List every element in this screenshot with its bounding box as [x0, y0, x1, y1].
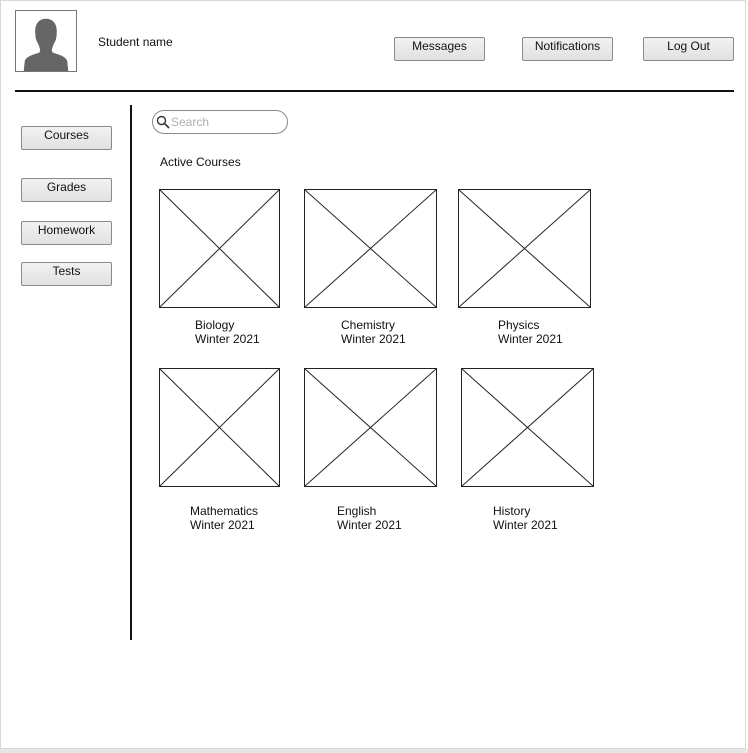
course-name: Chemistry	[341, 318, 396, 332]
course-name: History	[493, 504, 531, 518]
course-label-history[interactable]: History Winter 2021	[493, 504, 558, 532]
course-label-chemistry[interactable]: Chemistry Winter 2021	[341, 318, 406, 346]
sidebar-divider	[130, 105, 132, 640]
image-placeholder-icon	[305, 190, 436, 307]
course-card-image-chemistry[interactable]	[304, 189, 437, 308]
image-placeholder-icon	[305, 369, 436, 486]
header-divider	[15, 90, 734, 92]
sidebar-item-tests[interactable]: Tests	[21, 262, 112, 286]
course-label-physics[interactable]: Physics Winter 2021	[498, 318, 563, 346]
course-term: Winter 2021	[341, 332, 406, 346]
course-term: Winter 2021	[190, 518, 255, 532]
course-card-image-physics[interactable]	[458, 189, 591, 308]
sidebar-item-homework[interactable]: Homework	[21, 221, 112, 245]
image-placeholder-icon	[160, 369, 279, 486]
course-term: Winter 2021	[337, 518, 402, 532]
notifications-button[interactable]: Notifications	[522, 37, 613, 61]
course-term: Winter 2021	[498, 332, 563, 346]
course-card-image-english[interactable]	[304, 368, 437, 487]
sidebar-item-grades[interactable]: Grades	[21, 178, 112, 202]
course-name: Mathematics	[190, 504, 259, 518]
course-name: Physics	[498, 318, 540, 332]
image-placeholder-icon	[160, 190, 279, 307]
image-placeholder-icon	[462, 369, 593, 486]
section-title-active-courses: Active Courses	[160, 155, 241, 169]
image-placeholder-icon	[459, 190, 590, 307]
course-name: English	[337, 504, 377, 518]
student-name: Student name	[98, 35, 173, 49]
course-term: Winter 2021	[195, 332, 260, 346]
sidebar-item-courses[interactable]: Courses	[21, 126, 112, 150]
logout-button[interactable]: Log Out	[643, 37, 734, 61]
course-term: Winter 2021	[493, 518, 558, 532]
course-card-image-biology[interactable]	[159, 189, 280, 308]
search-box[interactable]	[152, 110, 288, 134]
course-card-image-history[interactable]	[461, 368, 594, 487]
avatar-user-silhouette-icon	[15, 10, 77, 72]
messages-button[interactable]: Messages	[394, 37, 485, 61]
course-card-image-mathematics[interactable]	[159, 368, 280, 487]
search-input[interactable]	[171, 114, 277, 129]
course-label-english[interactable]: English Winter 2021	[337, 504, 402, 532]
course-label-mathematics[interactable]: Mathematics Winter 2021	[190, 504, 258, 532]
course-name: Biology	[195, 318, 235, 332]
bottom-edge	[0, 749, 748, 753]
course-label-biology[interactable]: Biology Winter 2021	[195, 318, 260, 346]
search-icon	[156, 115, 170, 129]
